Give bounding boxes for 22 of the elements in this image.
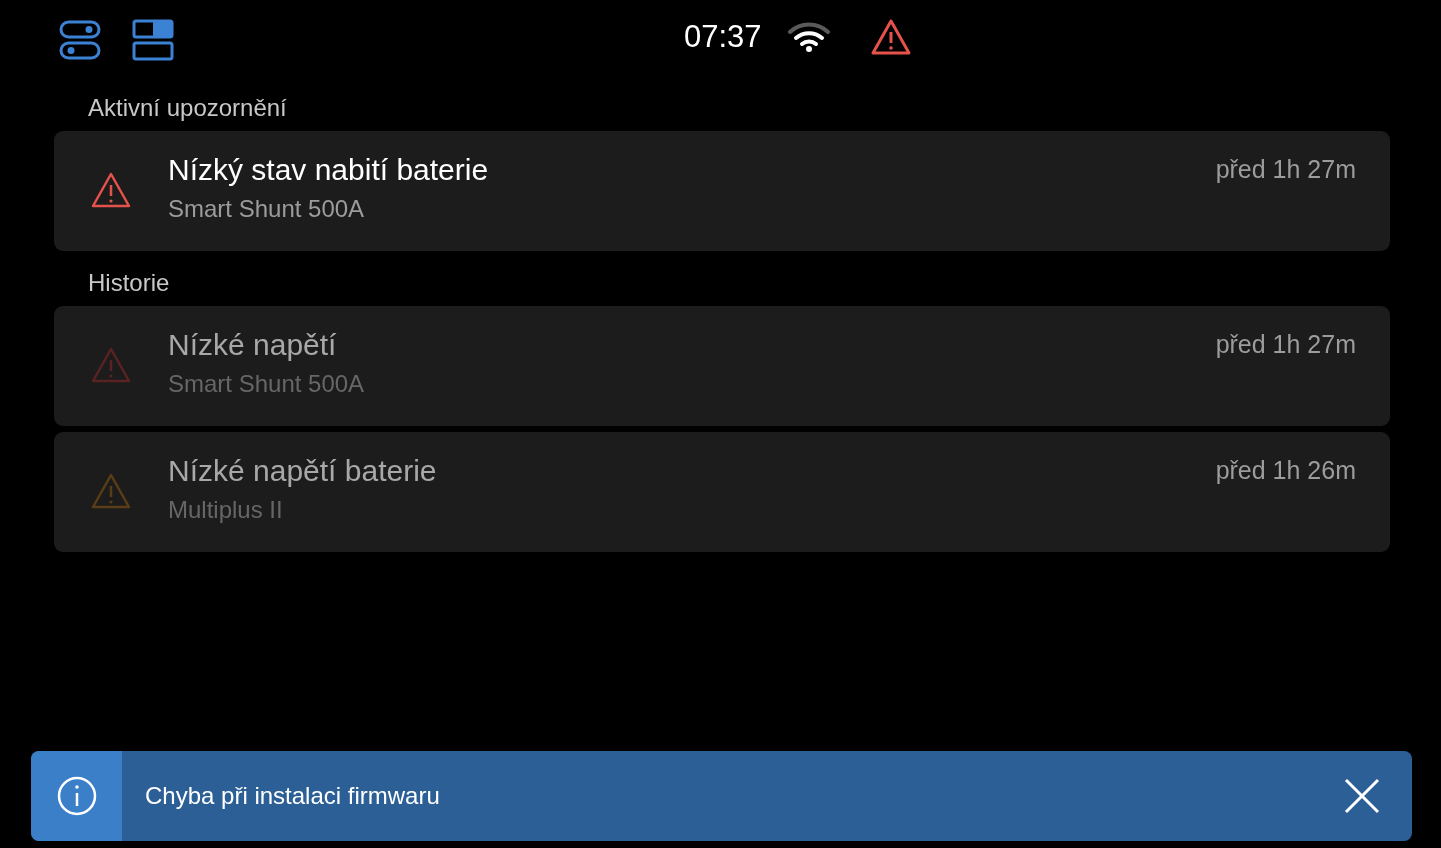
notification-card[interactable]: Nízké napětí baterie Multiplus II před 1h 26m [54,432,1390,552]
notification-source: Smart Shunt 500A [168,195,366,223]
notification-card[interactable]: Nízký stav nabití baterie Smart Shunt 500A před 1h 27m [54,131,1390,251]
notification-title: Nízký stav nabití baterie [168,153,489,187]
toast-message: Chyba při instalaci firmwaru [145,782,440,810]
clock: 07:37 [684,19,762,55]
wifi-icon [787,21,830,53]
section-heading: Historie [88,269,171,298]
layout-icon[interactable] [132,19,174,61]
toggles-icon[interactable] [59,19,101,61]
notification-title: Nízké napětí baterie [168,454,437,488]
notification-time: před 1h 26m [1215,456,1356,485]
notification-title: Nízké napětí [168,328,338,362]
notification-source: Smart Shunt 500A [168,370,365,398]
close-icon[interactable] [1344,778,1380,814]
notification-time: před 1h 27m [1215,330,1356,359]
notification-card[interactable]: Nízké napětí Smart Shunt 500A před 1h 27m [54,306,1390,426]
info-icon [55,775,98,817]
notification-time: před 1h 27m [1215,155,1356,184]
section-heading: Aktivní upozornění [88,94,288,123]
warning-icon[interactable] [869,18,912,56]
notification-source: Multiplus II [168,496,284,524]
